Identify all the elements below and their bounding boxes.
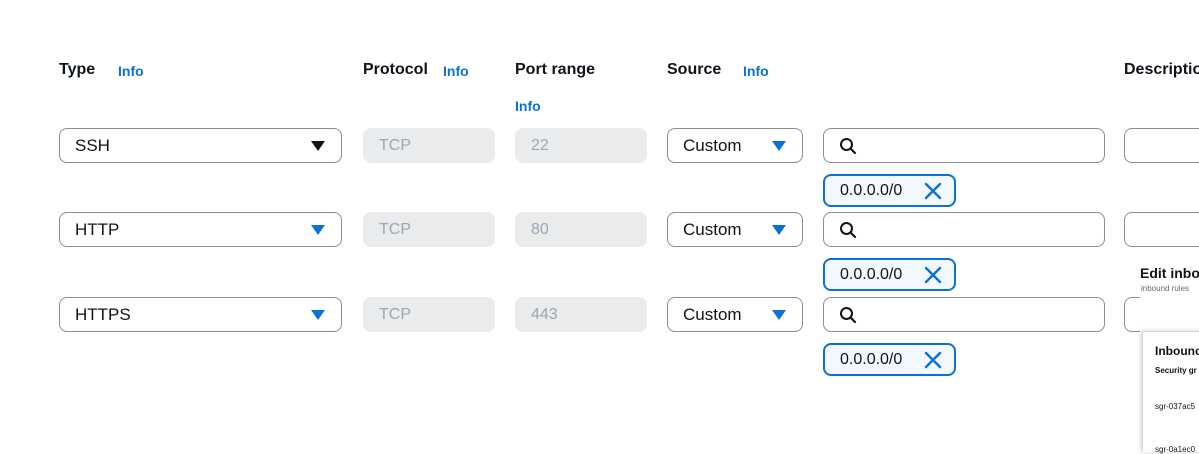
port-range-field: 22 (515, 128, 647, 163)
preview-row: sgr-0a1ec0 (1155, 445, 1196, 454)
preview-title: Edit inbo (1140, 265, 1199, 281)
preview-panel-subtitle: Security gr (1155, 366, 1197, 375)
source-token: 0.0.0.0/0 (823, 258, 956, 291)
source-token: 0.0.0.0/0 (823, 343, 956, 376)
source-type-select[interactable]: Custom (667, 297, 803, 332)
preview-subtitle: inbound rules (1141, 284, 1190, 293)
protocol-info-link[interactable]: Info (443, 63, 469, 79)
source-type-value: Custom (683, 304, 742, 324)
caret-down-icon (772, 225, 786, 235)
description-header: Descriptio (1124, 61, 1199, 78)
search-icon (840, 222, 857, 239)
source-type-value: Custom (683, 219, 742, 239)
caret-down-icon (772, 141, 786, 151)
description-input[interactable] (1124, 128, 1199, 163)
protocol-field: TCP (363, 297, 495, 332)
close-icon[interactable] (924, 351, 942, 369)
close-icon[interactable] (924, 182, 942, 200)
type-header: Type (59, 61, 96, 78)
source-token-label: 0.0.0.0/0 (840, 181, 903, 199)
port-range-info-link[interactable]: Info (515, 98, 541, 114)
search-icon (840, 307, 857, 324)
rule-type-value: SSH (75, 135, 110, 155)
source-token: 0.0.0.0/0 (823, 174, 956, 207)
source-token-label: 0.0.0.0/0 (840, 265, 903, 283)
rule-type-select[interactable]: SSH (59, 128, 342, 163)
close-icon[interactable] (924, 266, 942, 284)
rule-type-value: HTTP (75, 219, 120, 239)
protocol-field: TCP (363, 128, 495, 163)
source-type-value: Custom (683, 135, 742, 155)
source-type-select[interactable]: Custom (667, 212, 803, 247)
preview-row: sgr-037ac5 (1155, 402, 1196, 411)
source-token-label: 0.0.0.0/0 (840, 350, 903, 368)
preview-panel: Inbounc Security gr sgr-037ac5 sgr-0a1ec… (1142, 331, 1199, 454)
source-type-select[interactable]: Custom (667, 128, 803, 163)
preview-panel-title: Inbounc (1155, 344, 1199, 358)
caret-down-icon (311, 310, 325, 320)
protocol-header: Protocol (363, 61, 428, 78)
source-search-input[interactable] (823, 128, 1105, 163)
rule-type-select[interactable]: HTTP (59, 212, 342, 247)
port-range-field: 80 (515, 212, 647, 247)
source-info-link[interactable]: Info (743, 63, 769, 79)
description-input[interactable] (1124, 212, 1199, 247)
search-icon (840, 138, 857, 155)
page-preview-thumbnail: Edit inbo inbound rules Inbounc Security… (1140, 262, 1199, 454)
caret-down-icon (311, 225, 325, 235)
port-range-header: Port range (515, 61, 596, 78)
protocol-field: TCP (363, 212, 495, 247)
caret-down-icon (772, 310, 786, 320)
rule-type-select[interactable]: HTTPS (59, 297, 342, 332)
port-range-field: 443 (515, 297, 647, 332)
source-search-input[interactable] (823, 212, 1105, 247)
type-info-link[interactable]: Info (118, 63, 144, 79)
source-search-input[interactable] (823, 297, 1105, 332)
source-header: Source (667, 61, 722, 78)
rule-type-value: HTTPS (75, 304, 131, 324)
caret-down-icon (311, 141, 325, 151)
